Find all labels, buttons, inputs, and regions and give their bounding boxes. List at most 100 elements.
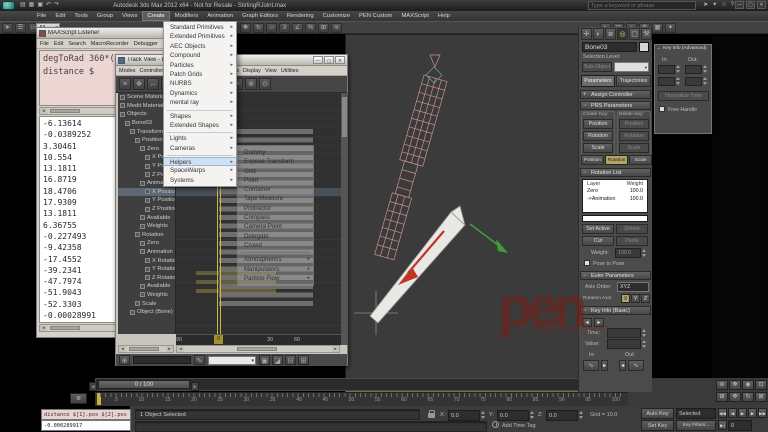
time-tools-icon[interactable]: ⊟ — [285, 355, 296, 365]
kia-out-field-1[interactable] — [685, 65, 702, 74]
tab-create[interactable]: ✛ — [581, 28, 592, 40]
out-tangent-copy-button[interactable]: ◄ — [619, 360, 626, 371]
trackview-close-button[interactable]: ✕ — [335, 56, 345, 64]
current-frame-field[interactable]: 0 — [728, 420, 752, 431]
paste-button[interactable]: Paste — [616, 236, 648, 246]
create-menu-item[interactable]: Helpers — [164, 157, 236, 168]
menubar-item[interactable]: Tools — [70, 12, 92, 20]
z-coord-field[interactable]: 0.0 — [546, 410, 578, 421]
track-tree-item[interactable]: X Position — [118, 187, 175, 197]
object-color-swatch[interactable] — [639, 42, 649, 52]
rotation-axis-button[interactable]: X — [621, 294, 630, 303]
scroll-left-arrow[interactable]: ◄ — [40, 325, 47, 331]
create-menu-item[interactable]: Compound — [164, 51, 236, 61]
align-icon[interactable]: ≋ — [331, 23, 342, 33]
key-info-basic-rollout[interactable]: Key Info (Basic) — [580, 306, 651, 315]
track-tree-item[interactable]: Zero — [118, 239, 175, 248]
create-key-button[interactable]: Rotation — [583, 131, 613, 141]
search-input[interactable] — [589, 2, 695, 9]
prs-mode-button[interactable]: Position — [581, 155, 604, 165]
helpers-submenu-item[interactable]: Point — [238, 176, 313, 185]
trackview-maximize-button[interactable]: ▢ — [324, 56, 334, 64]
rotation-list-box[interactable]: Layer Weight Zero 100.0 ->Animation 100.… — [582, 179, 648, 213]
create-menu-item[interactable]: mental ray — [164, 98, 236, 108]
create-menu-item[interactable]: Extended Primitives — [164, 32, 236, 42]
add-time-tag[interactable]: Add Time Tag — [502, 423, 536, 429]
menubar-item[interactable]: Group — [93, 12, 117, 20]
communication-center-icon[interactable]: ✦ — [712, 1, 717, 10]
scroll-left-arrow[interactable]: ◄ — [177, 346, 184, 352]
helpers-submenu-item[interactable]: Tape Measure — [238, 194, 313, 203]
key-value-dropdown[interactable] — [208, 355, 256, 365]
menubar-item[interactable]: MAXScript — [398, 12, 433, 20]
close-button[interactable]: ✕ — [757, 1, 766, 9]
track-tree-item[interactable]: Scale — [118, 299, 175, 308]
listener-menu-item[interactable]: Debugger — [134, 41, 158, 47]
scroll-thumb[interactable] — [342, 97, 347, 137]
key-info-advanced-title[interactable]: Key Info (Advanced) — [655, 45, 711, 51]
next-frame-icon[interactable]: ▶ — [748, 408, 757, 418]
time-field[interactable] — [607, 328, 641, 338]
zoom-all-icon[interactable]: ✥ — [729, 380, 741, 390]
delete-key-button[interactable]: Scale — [619, 143, 649, 153]
scroll-thumb[interactable] — [50, 109, 80, 113]
delete-key-button[interactable]: Position — [619, 119, 649, 129]
create-key-button[interactable]: Position — [583, 119, 613, 129]
menubar-item[interactable]: Create — [142, 11, 170, 21]
helpers-submenu-item[interactable]: Grid — [238, 167, 313, 176]
trajectories-button[interactable]: Trajectories — [616, 75, 651, 87]
menubar-item[interactable]: Rendering — [283, 12, 318, 20]
percent-snap-icon[interactable]: % — [305, 23, 316, 33]
key-stats-icon[interactable]: ◪ — [272, 355, 283, 365]
prev-key-button[interactable]: ◄ — [582, 318, 592, 327]
zoom-icon[interactable]: ⊕ — [245, 78, 257, 90]
kia-in-field-2[interactable] — [658, 77, 675, 86]
rotation-list-row[interactable]: Zero 100.0 — [583, 187, 647, 195]
create-menu-item[interactable]: Shapes — [164, 112, 236, 122]
object-name-field[interactable]: Bone03 — [582, 42, 637, 52]
track-tree-item[interactable]: Available — [118, 282, 175, 291]
maximize-viewport-icon[interactable]: ⊠ — [755, 392, 767, 402]
trackview-menu-item[interactable]: View — [265, 68, 277, 74]
zoom-region-icon[interactable]: ⊡ — [755, 380, 767, 390]
selection-lock-icon[interactable] — [428, 410, 435, 418]
helpers-submenu-item[interactable]: Dummy — [238, 148, 313, 157]
in-tangent-button[interactable]: ∿ — [583, 360, 599, 371]
in-tangent-copy-button[interactable]: ► — [601, 360, 608, 371]
trackview-time-ruler[interactable]: 30 60 90 — [176, 334, 341, 345]
prs-mode-button[interactable]: Scale — [629, 155, 652, 165]
listener-menu-item[interactable]: Search — [68, 41, 85, 47]
track-tree-item[interactable]: X Rotation — [118, 256, 175, 265]
track-tree-item[interactable]: Y Position — [118, 196, 175, 205]
create-menu-item[interactable]: Lights — [164, 134, 236, 144]
assign-controller-rollout[interactable]: Assign Controller — [580, 90, 651, 99]
create-menu-item[interactable]: NURBS — [164, 79, 236, 89]
axis-order-dropdown[interactable]: XYZ — [617, 282, 649, 292]
x-coord-field[interactable]: 0.0 — [448, 410, 480, 421]
create-menu-item[interactable]: Particles — [164, 61, 236, 71]
select-by-name-icon[interactable]: ☰ — [15, 23, 26, 33]
value-field[interactable] — [607, 339, 641, 349]
scroll-left-arrow[interactable]: ◄ — [119, 346, 126, 352]
track-tree-item[interactable]: Weights — [118, 222, 175, 231]
helpers-submenu-item[interactable]: Expose Transform — [238, 157, 313, 166]
helpers-submenu-item[interactable]: Delegate — [238, 232, 313, 241]
render-icon[interactable]: ✦ — [665, 23, 676, 33]
scroll-thumb[interactable] — [50, 326, 80, 330]
select-move-icon[interactable]: ✥ — [240, 23, 251, 33]
track-tree-item[interactable]: Available — [118, 213, 175, 222]
go-to-end-icon[interactable]: ▶▶ — [758, 408, 767, 418]
favorites-icon[interactable]: ☆ — [721, 1, 726, 10]
select-rotate-icon[interactable]: ↻ — [253, 23, 264, 33]
listener-titlebar[interactable]: MAXScript Listener — [37, 28, 165, 39]
zoom-icon[interactable]: ⊕ — [716, 380, 728, 390]
create-menu-item[interactable]: AEC Objects — [164, 42, 236, 52]
create-menu-item[interactable]: Cameras — [164, 144, 236, 154]
tab-hierarchy[interactable]: ≣ — [605, 28, 616, 40]
helpers-submenu-item[interactable]: Protractor — [238, 204, 313, 213]
euler-parameters-rollout[interactable]: Euler Parameters — [580, 271, 651, 280]
menubar-item[interactable]: Help — [434, 12, 454, 20]
menubar-item[interactable]: File — [33, 12, 50, 20]
tab-motion[interactable]: ◎ — [617, 28, 628, 40]
help-icon[interactable]: ? — [731, 1, 734, 10]
